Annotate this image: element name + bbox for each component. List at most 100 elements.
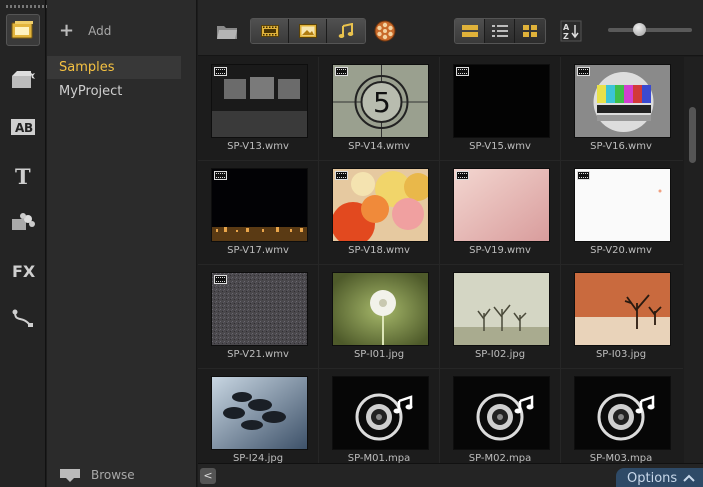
instant-project-icon[interactable] — [6, 64, 40, 96]
media-thumbnail[interactable] — [453, 64, 550, 138]
media-thumbnail[interactable] — [574, 376, 671, 450]
media-item-name: SP-V19.wmv — [469, 245, 531, 256]
video-clip-icon — [456, 67, 469, 76]
audio-filter-icon[interactable] — [327, 19, 365, 43]
svg-text:T: T — [15, 165, 31, 187]
add-folder-button[interactable]: + Add — [59, 20, 111, 42]
media-item[interactable]: SP-M01.mpa — [319, 369, 439, 463]
plus-icon: + — [59, 20, 75, 41]
media-item[interactable]: SP-V17.wmv — [198, 161, 318, 265]
media-item-name: SP-I24.jpg — [232, 453, 284, 463]
media-item-name: SP-V18.wmv — [348, 245, 410, 256]
video-clip-icon — [214, 275, 227, 284]
add-folder-label: Add — [88, 24, 112, 38]
media-item[interactable]: SP-I01.jpg — [319, 265, 439, 369]
slider-thumb[interactable] — [632, 23, 646, 36]
media-item[interactable]: SP-V15.wmv — [440, 57, 560, 161]
media-thumbnail[interactable] — [453, 168, 550, 242]
svg-text:A: A — [563, 23, 570, 32]
video-clip-icon — [335, 67, 348, 76]
media-library-window: AB T FX + Add Samples MyProject Browse A… — [0, 0, 703, 487]
scrollbar-thumb[interactable] — [689, 107, 696, 163]
library-footer: < Options — [198, 463, 703, 487]
library-folder-panel: + Add Samples MyProject Browse — [47, 0, 197, 487]
media-thumbnail[interactable] — [332, 272, 429, 346]
video-clip-icon — [577, 171, 590, 180]
collapse-panel-button[interactable]: < — [200, 468, 216, 484]
media-thumbnail[interactable] — [211, 64, 308, 138]
media-thumbnail[interactable] — [574, 64, 671, 138]
title-icon[interactable]: T — [6, 160, 40, 192]
view-mode-group — [454, 18, 546, 44]
media-item-name: SP-V16.wmv — [590, 141, 652, 152]
chevron-up-icon — [683, 474, 695, 482]
video-clip-icon — [214, 171, 227, 180]
options-button[interactable]: Options — [616, 468, 703, 487]
path-icon[interactable] — [6, 302, 40, 334]
media-item[interactable]: SP-I02.jpg — [440, 265, 560, 369]
media-item-name: SP-M03.mpa — [589, 453, 653, 463]
browse-icon — [60, 469, 80, 482]
thumbnail-size-slider[interactable] — [608, 23, 692, 36]
media-item[interactable]: SP-M03.mpa — [561, 369, 681, 463]
video-filter-icon[interactable] — [251, 19, 289, 43]
media-item-name: SP-V17.wmv — [227, 245, 289, 256]
browse-label: Browse — [91, 468, 135, 482]
folder-item-samples[interactable]: Samples — [47, 56, 181, 79]
media-item[interactable]: 5 SP-V14.wmv — [319, 57, 439, 161]
media-thumbnail[interactable] — [332, 376, 429, 450]
media-item[interactable]: SP-V18.wmv — [319, 161, 439, 265]
media-item-name: SP-I03.jpg — [595, 349, 647, 360]
media-item-name: SP-V21.wmv — [227, 349, 289, 360]
video-clip-icon — [577, 67, 590, 76]
media-item-name: SP-V15.wmv — [469, 141, 531, 152]
tool-rail: AB T FX — [0, 0, 52, 487]
transition-icon[interactable]: AB — [6, 111, 40, 143]
media-item[interactable]: SP-V20.wmv — [561, 161, 681, 265]
svg-text:5: 5 — [373, 86, 391, 119]
media-item-name: SP-V14.wmv — [348, 141, 410, 152]
video-clip-icon — [456, 171, 469, 180]
options-label: Options — [627, 470, 678, 486]
media-item[interactable]: SP-V13.wmv — [198, 57, 318, 161]
svg-text:Z: Z — [563, 32, 569, 41]
browse-button[interactable]: Browse — [59, 463, 135, 487]
media-thumbnail[interactable] — [211, 272, 308, 346]
large-icon-view-icon[interactable] — [515, 19, 545, 43]
reel-icon[interactable] — [372, 18, 398, 44]
media-thumbnail[interactable] — [574, 272, 671, 346]
svg-text:B: B — [24, 121, 33, 135]
media-item[interactable]: SP-V19.wmv — [440, 161, 560, 265]
media-item[interactable]: SP-V16.wmv — [561, 57, 681, 161]
media-item[interactable]: SP-I24.jpg — [198, 369, 318, 463]
media-thumbnail[interactable] — [453, 272, 550, 346]
media-thumbnail[interactable] — [574, 168, 671, 242]
list-view-icon[interactable] — [485, 19, 515, 43]
media-item-name: SP-V13.wmv — [227, 141, 289, 152]
graphic-icon[interactable] — [6, 206, 40, 238]
media-thumbnail[interactable] — [332, 168, 429, 242]
media-thumbnail[interactable] — [211, 168, 308, 242]
video-clip-icon — [335, 171, 348, 180]
media-thumbnail[interactable] — [453, 376, 550, 450]
photo-filter-icon[interactable] — [289, 19, 327, 43]
media-item[interactable]: SP-I03.jpg — [561, 265, 681, 369]
media-thumbnail[interactable] — [211, 376, 308, 450]
thumbnail-view-icon[interactable] — [455, 19, 485, 43]
media-grid: SP-V13.wmv 5 SP-V14.wmv SP-V15.wmv SP-V16.wm… — [198, 57, 683, 463]
video-clip-icon — [214, 67, 227, 76]
filter-icon[interactable]: FX — [6, 255, 40, 287]
browse-folder-icon[interactable] — [214, 18, 240, 44]
sort-az-icon[interactable]: AZ — [558, 18, 584, 44]
media-item[interactable]: SP-M02.mpa — [440, 369, 560, 463]
folder-item-myproject[interactable]: MyProject — [47, 80, 181, 103]
media-thumbnail[interactable]: 5 — [332, 64, 429, 138]
media-library-icon[interactable] — [6, 14, 40, 46]
media-grid-scrollbar[interactable] — [684, 57, 703, 463]
media-item-name: SP-V20.wmv — [590, 245, 652, 256]
panel-grip[interactable] — [6, 5, 52, 8]
media-item-name: SP-I02.jpg — [474, 349, 526, 360]
media-item-name: SP-M02.mpa — [468, 453, 532, 463]
media-item-name: SP-I01.jpg — [353, 349, 405, 360]
media-item[interactable]: SP-V21.wmv — [198, 265, 318, 369]
